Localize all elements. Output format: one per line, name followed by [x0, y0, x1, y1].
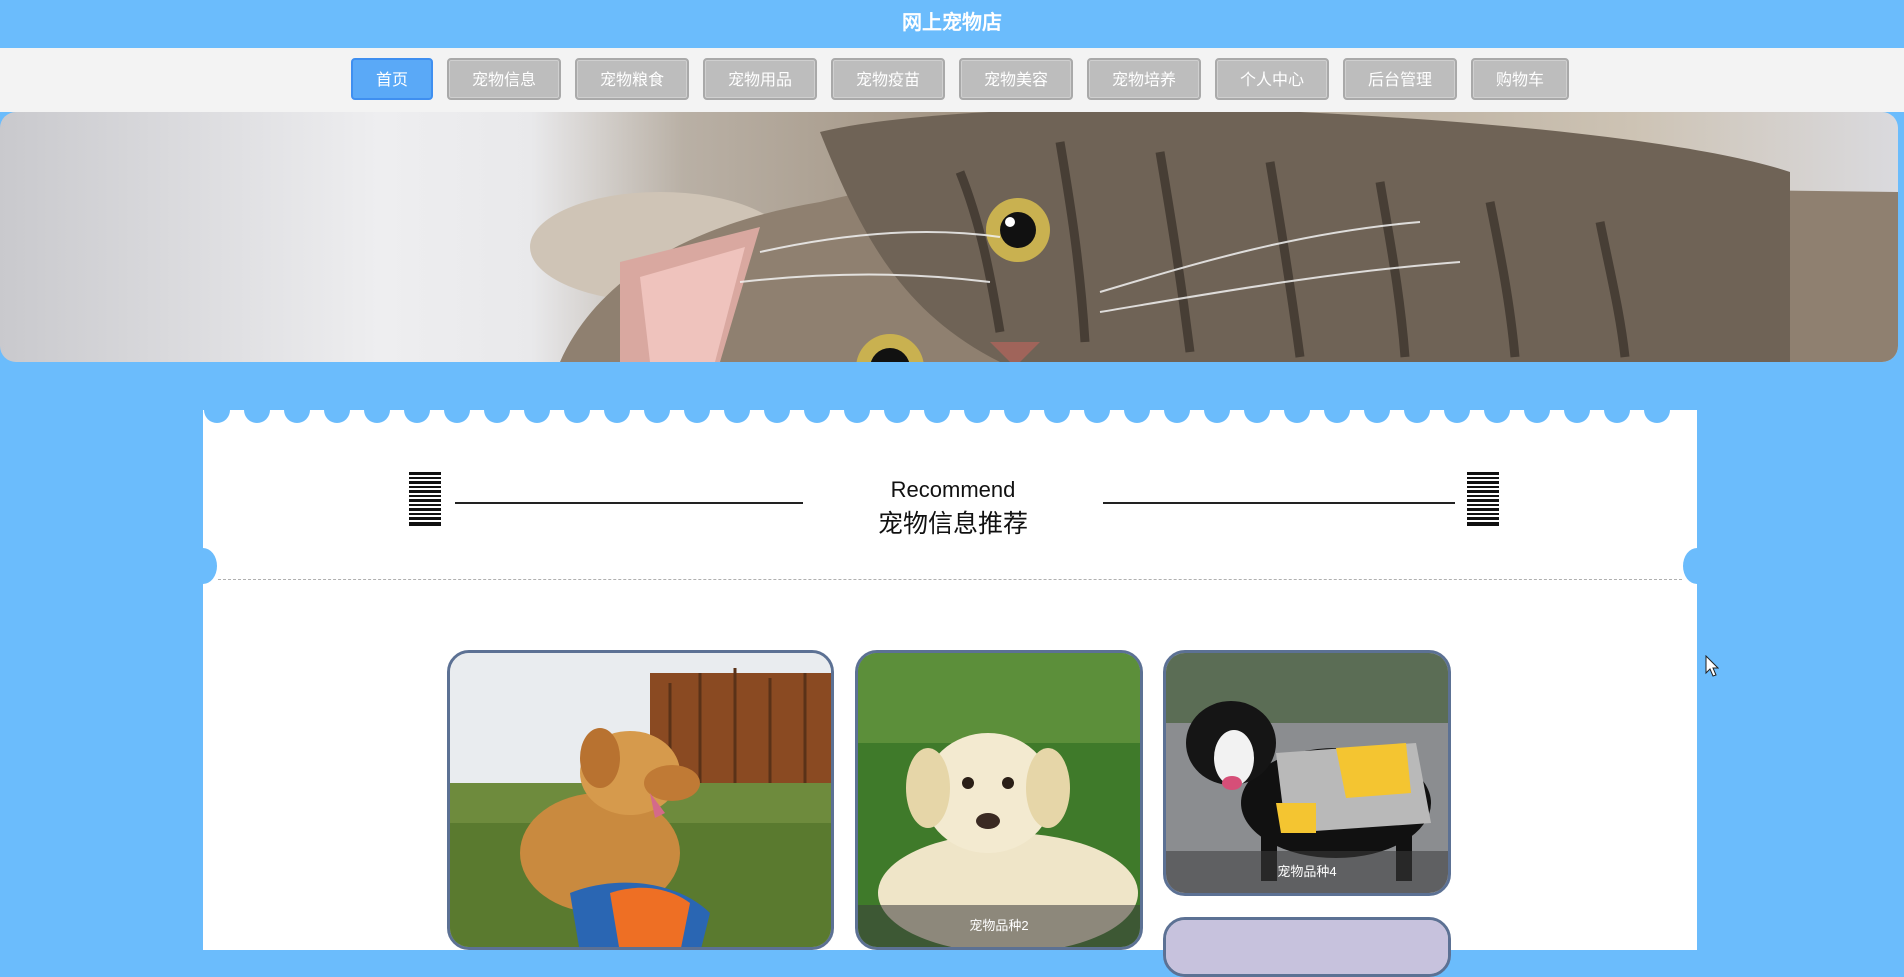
- scallop-dot: [284, 400, 310, 423]
- scallop-dot: [324, 400, 350, 423]
- nav-item-user-center[interactable]: 个人中心: [1215, 58, 1329, 100]
- scallop-dot: [644, 400, 670, 423]
- scallop-border: [203, 400, 1697, 423]
- scallop-dot: [924, 400, 950, 423]
- section-title-en: Recommend: [803, 476, 1103, 504]
- scallop-dot: [1284, 400, 1310, 423]
- site-title: 网上宠物店: [902, 12, 1002, 34]
- nav-bar: 首页 宠物信息 宠物粮食 宠物用品 宠物疫苗 宠物美容 宠物培养 个人中心 后台…: [0, 48, 1904, 112]
- nav-item-pet-food[interactable]: 宠物粮食: [575, 58, 689, 100]
- nav-item-home[interactable]: 首页: [351, 58, 433, 100]
- scallop-dot: [404, 400, 430, 423]
- nav-item-admin[interactable]: 后台管理: [1343, 58, 1457, 100]
- scallop-dot: [844, 400, 870, 423]
- cat-photo-icon: [530, 112, 1898, 362]
- scallop-dot: [1404, 400, 1430, 423]
- scallop-dot: [884, 400, 910, 423]
- scallop-dot: [484, 400, 510, 423]
- scallop-dot: [1004, 400, 1030, 423]
- scallop-dot: [1324, 400, 1350, 423]
- scallop-dot: [444, 400, 470, 423]
- mouse-cursor-icon: [1705, 655, 1719, 677]
- section-title-cn: 宠物信息推荐: [877, 510, 1028, 538]
- scallop-dot: [1164, 400, 1190, 423]
- scallop-dot: [1604, 400, 1630, 423]
- pet-card-4[interactable]: [1163, 917, 1451, 977]
- ticket-notch-right: [1683, 548, 1711, 584]
- scallop-dot: [1564, 400, 1590, 423]
- scallop-dot: [1524, 400, 1550, 423]
- site-header: 网上宠物店: [0, 0, 1904, 48]
- scallop-dot: [964, 400, 990, 423]
- pet-card-3[interactable]: 宠物品种4: [1163, 650, 1451, 896]
- scallop-dot: [204, 400, 230, 423]
- scallop-dot: [684, 400, 710, 423]
- barcode-left-icon: [409, 472, 441, 526]
- nav-item-pet-info[interactable]: 宠物信息: [447, 58, 561, 100]
- section-divider: [218, 579, 1682, 580]
- scallop-dot: [604, 400, 630, 423]
- ticket-notch-left: [189, 548, 217, 584]
- scallop-dot: [364, 400, 390, 423]
- scallop-dot: [1244, 400, 1270, 423]
- scallop-dot: [1364, 400, 1390, 423]
- pet-card-2[interactable]: 宠物品种2: [855, 650, 1143, 950]
- nav-item-pet-vaccine[interactable]: 宠物疫苗: [831, 58, 945, 100]
- scallop-dot: [1444, 400, 1470, 423]
- scallop-dot: [764, 400, 790, 423]
- nav-item-cart[interactable]: 购物车: [1471, 58, 1569, 100]
- scallop-dot: [1044, 400, 1070, 423]
- scallop-dot: [1204, 400, 1230, 423]
- hero-banner-cat-photo: [0, 112, 1898, 362]
- scallop-dot: [1644, 400, 1670, 423]
- scallop-dot: [564, 400, 590, 423]
- scallop-dot: [244, 400, 270, 423]
- scallop-dot: [724, 400, 750, 423]
- pet-card-caption: 宠物品种4: [1166, 851, 1448, 893]
- nav-item-pet-supplies[interactable]: 宠物用品: [703, 58, 817, 100]
- scallop-dot: [1124, 400, 1150, 423]
- nav-item-pet-grooming[interactable]: 宠物美容: [959, 58, 1073, 100]
- golden-retriever-photo-icon: [450, 653, 831, 947]
- barcode-right-icon: [1467, 472, 1499, 526]
- scallop-dot: [524, 400, 550, 423]
- scallop-dot: [1084, 400, 1110, 423]
- pet-card-1[interactable]: [447, 650, 834, 950]
- nav-list: 首页 宠物信息 宠物粮食 宠物用品 宠物疫苗 宠物美容 宠物培养 个人中心 后台…: [351, 58, 1583, 100]
- pet-photo-icon: [1166, 920, 1448, 974]
- pet-card-caption: 宠物品种2: [858, 905, 1140, 947]
- scallop-dot: [804, 400, 830, 423]
- nav-item-pet-training[interactable]: 宠物培养: [1087, 58, 1201, 100]
- scallop-dot: [1484, 400, 1510, 423]
